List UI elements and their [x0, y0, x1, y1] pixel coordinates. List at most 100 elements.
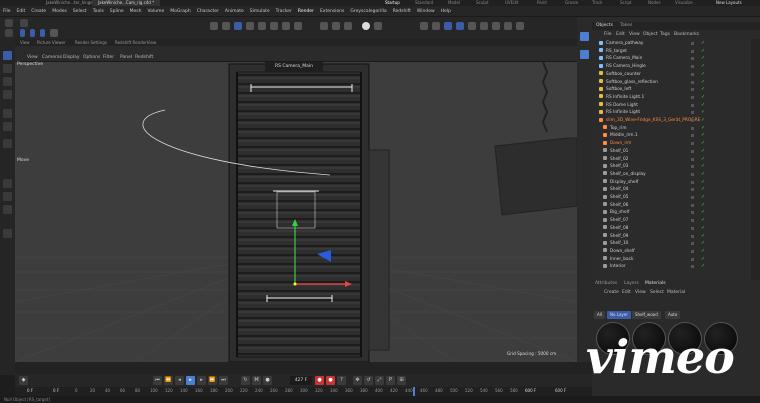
visibility-dots-icon[interactable]: [691, 265, 694, 269]
play-icon[interactable]: ▸: [186, 376, 195, 385]
pla-key-icon[interactable]: ⊞: [397, 376, 406, 385]
menu-extensions[interactable]: Extensions: [317, 6, 347, 17]
axis-lock-icon[interactable]: [3, 122, 12, 131]
mat-material-menu[interactable]: Material: [667, 289, 685, 297]
enabled-check-icon[interactable]: ✓: [701, 109, 705, 117]
menu-window[interactable]: Window: [414, 6, 438, 17]
tab-layers[interactable]: Layers: [624, 280, 639, 288]
menu-greyscalegorilla[interactable]: Greyscalegorilla: [347, 6, 389, 17]
enabled-check-icon[interactable]: ✓: [701, 163, 705, 171]
playhead[interactable]: [413, 387, 415, 396]
object-row[interactable]: Shelf_05 ✓: [593, 194, 743, 202]
loop-icon[interactable]: ↻: [241, 376, 250, 385]
keyframe-icon[interactable]: ◆: [19, 376, 28, 385]
visibility-dots-icon[interactable]: [691, 203, 694, 207]
enabled-check-icon[interactable]: ✓: [701, 94, 705, 102]
obj-tags-menu[interactable]: Tags: [660, 30, 670, 39]
enabled-check-icon[interactable]: ✓: [701, 125, 705, 133]
range-start2-field[interactable]: 0 F: [53, 388, 59, 393]
display-menu[interactable]: Display: [63, 55, 80, 60]
enabled-check-icon[interactable]: ✓: [701, 194, 705, 202]
transform-tool-icon[interactable]: [3, 90, 12, 99]
object-row[interactable]: Middle_rim.1 ✓: [593, 132, 743, 140]
obj-edit-menu[interactable]: Edit: [616, 30, 625, 39]
visibility-dots-icon[interactable]: [691, 257, 694, 261]
visibility-dots-icon[interactable]: [691, 165, 694, 169]
object-row[interactable]: RS Infinite Light ✓: [593, 109, 743, 117]
mat-view-menu[interactable]: View: [635, 289, 646, 297]
mat-select-menu[interactable]: Select: [650, 289, 664, 297]
object-row[interactable]: RS Camera_Main ✓: [593, 55, 743, 63]
panel-menu[interactable]: Panel: [120, 55, 132, 60]
menu-render[interactable]: Render: [295, 6, 317, 17]
mode-model-icon[interactable]: [246, 22, 254, 30]
visibility-dots-icon[interactable]: [691, 234, 694, 238]
redo-icon[interactable]: [20, 19, 28, 27]
key-all-icon[interactable]: ⌘: [252, 376, 261, 385]
camera-icon[interactable]: [504, 22, 512, 30]
visibility-dots-icon[interactable]: [691, 211, 694, 215]
light-icon[interactable]: [516, 22, 524, 30]
autokey-icon[interactable]: ●: [315, 376, 324, 385]
x-axis-button[interactable]: [20, 29, 25, 37]
undo-icon[interactable]: [5, 19, 13, 27]
redshift-menu[interactable]: Redshift: [135, 55, 153, 60]
viewport[interactable]: [15, 62, 577, 362]
scene-icon[interactable]: [492, 22, 500, 30]
select-icon[interactable]: [5, 29, 13, 37]
object-row[interactable]: Shelf_06 ✓: [593, 202, 743, 210]
obj-object-menu[interactable]: Object: [643, 30, 658, 39]
render-icon[interactable]: [332, 22, 340, 30]
object-row[interactable]: Shelf_09 ✓: [593, 233, 743, 241]
enabled-check-icon[interactable]: ✓: [701, 248, 705, 256]
visibility-dots-icon[interactable]: [691, 172, 694, 176]
obj-bookmarks-menu[interactable]: Bookmarks: [674, 30, 699, 39]
tab-view[interactable]: View: [20, 39, 30, 46]
enabled-check-icon[interactable]: ✓: [701, 48, 705, 56]
tab-attributes[interactable]: Attributes: [595, 280, 617, 288]
visibility-dots-icon[interactable]: [691, 57, 694, 61]
enabled-check-icon[interactable]: ✓: [701, 233, 705, 241]
move-tool-icon[interactable]: [3, 51, 12, 60]
visibility-dots-icon[interactable]: [691, 180, 694, 184]
menu-tracker[interactable]: Tracker: [273, 6, 295, 17]
enabled-check-icon[interactable]: ✓: [701, 55, 705, 63]
cube-icon[interactable]: [420, 22, 428, 30]
subdivide-icon[interactable]: [444, 22, 452, 30]
visibility-dots-icon[interactable]: [691, 103, 694, 107]
filter-menu[interactable]: Filter: [103, 55, 114, 60]
object-row[interactable]: Down_shelf ✓: [593, 248, 743, 256]
enabled-check-icon[interactable]: ✓: [701, 171, 705, 179]
redshift-icon[interactable]: [362, 22, 370, 30]
visibility-dots-icon[interactable]: [691, 249, 694, 253]
enabled-check-icon[interactable]: ✓: [701, 102, 705, 110]
enabled-check-icon[interactable]: ✓: [701, 202, 705, 210]
param-key-icon[interactable]: P: [386, 376, 395, 385]
visibility-dots-icon[interactable]: [691, 188, 694, 192]
tab-objects[interactable]: Objects: [596, 22, 613, 30]
menu-character[interactable]: Character: [194, 6, 222, 17]
object-row[interactable]: Shelf_01 ✓: [593, 148, 743, 156]
menu-help[interactable]: Help: [438, 6, 454, 17]
object-row[interactable]: Interior ✓: [593, 263, 743, 271]
mode-texture-icon[interactable]: [258, 22, 266, 30]
position-key-icon[interactable]: ✥: [353, 376, 362, 385]
snap-icon[interactable]: [270, 22, 278, 30]
enabled-check-icon[interactable]: ✓: [701, 256, 705, 264]
obj-file-menu[interactable]: File: [604, 30, 612, 39]
object-row[interactable]: slim_3D_Wine-Fridge_KSS_3_Gerät_PROGRE ✓: [593, 117, 743, 125]
snapping-icon[interactable]: [3, 109, 12, 118]
menu-redshift[interactable]: Redshift: [390, 6, 414, 17]
enabled-check-icon[interactable]: ✓: [701, 86, 705, 94]
tab-picture-viewer[interactable]: Picture Viewer: [37, 39, 66, 46]
range-end2-field[interactable]: 600 F: [555, 388, 566, 393]
soft-selection-icon[interactable]: [3, 139, 12, 148]
object-row[interactable]: Big_shelf ✓: [593, 209, 743, 217]
mat-edit-menu[interactable]: Edit: [622, 289, 631, 297]
menu-create[interactable]: Create: [28, 6, 49, 17]
locked-workplane-icon[interactable]: [294, 22, 302, 30]
visibility-dots-icon[interactable]: [691, 72, 694, 76]
deformer-icon[interactable]: [468, 22, 476, 30]
object-row[interactable]: Shelf_10 ✓: [593, 240, 743, 248]
tab-redshift-renderview[interactable]: Redshift RenderView: [115, 39, 156, 46]
